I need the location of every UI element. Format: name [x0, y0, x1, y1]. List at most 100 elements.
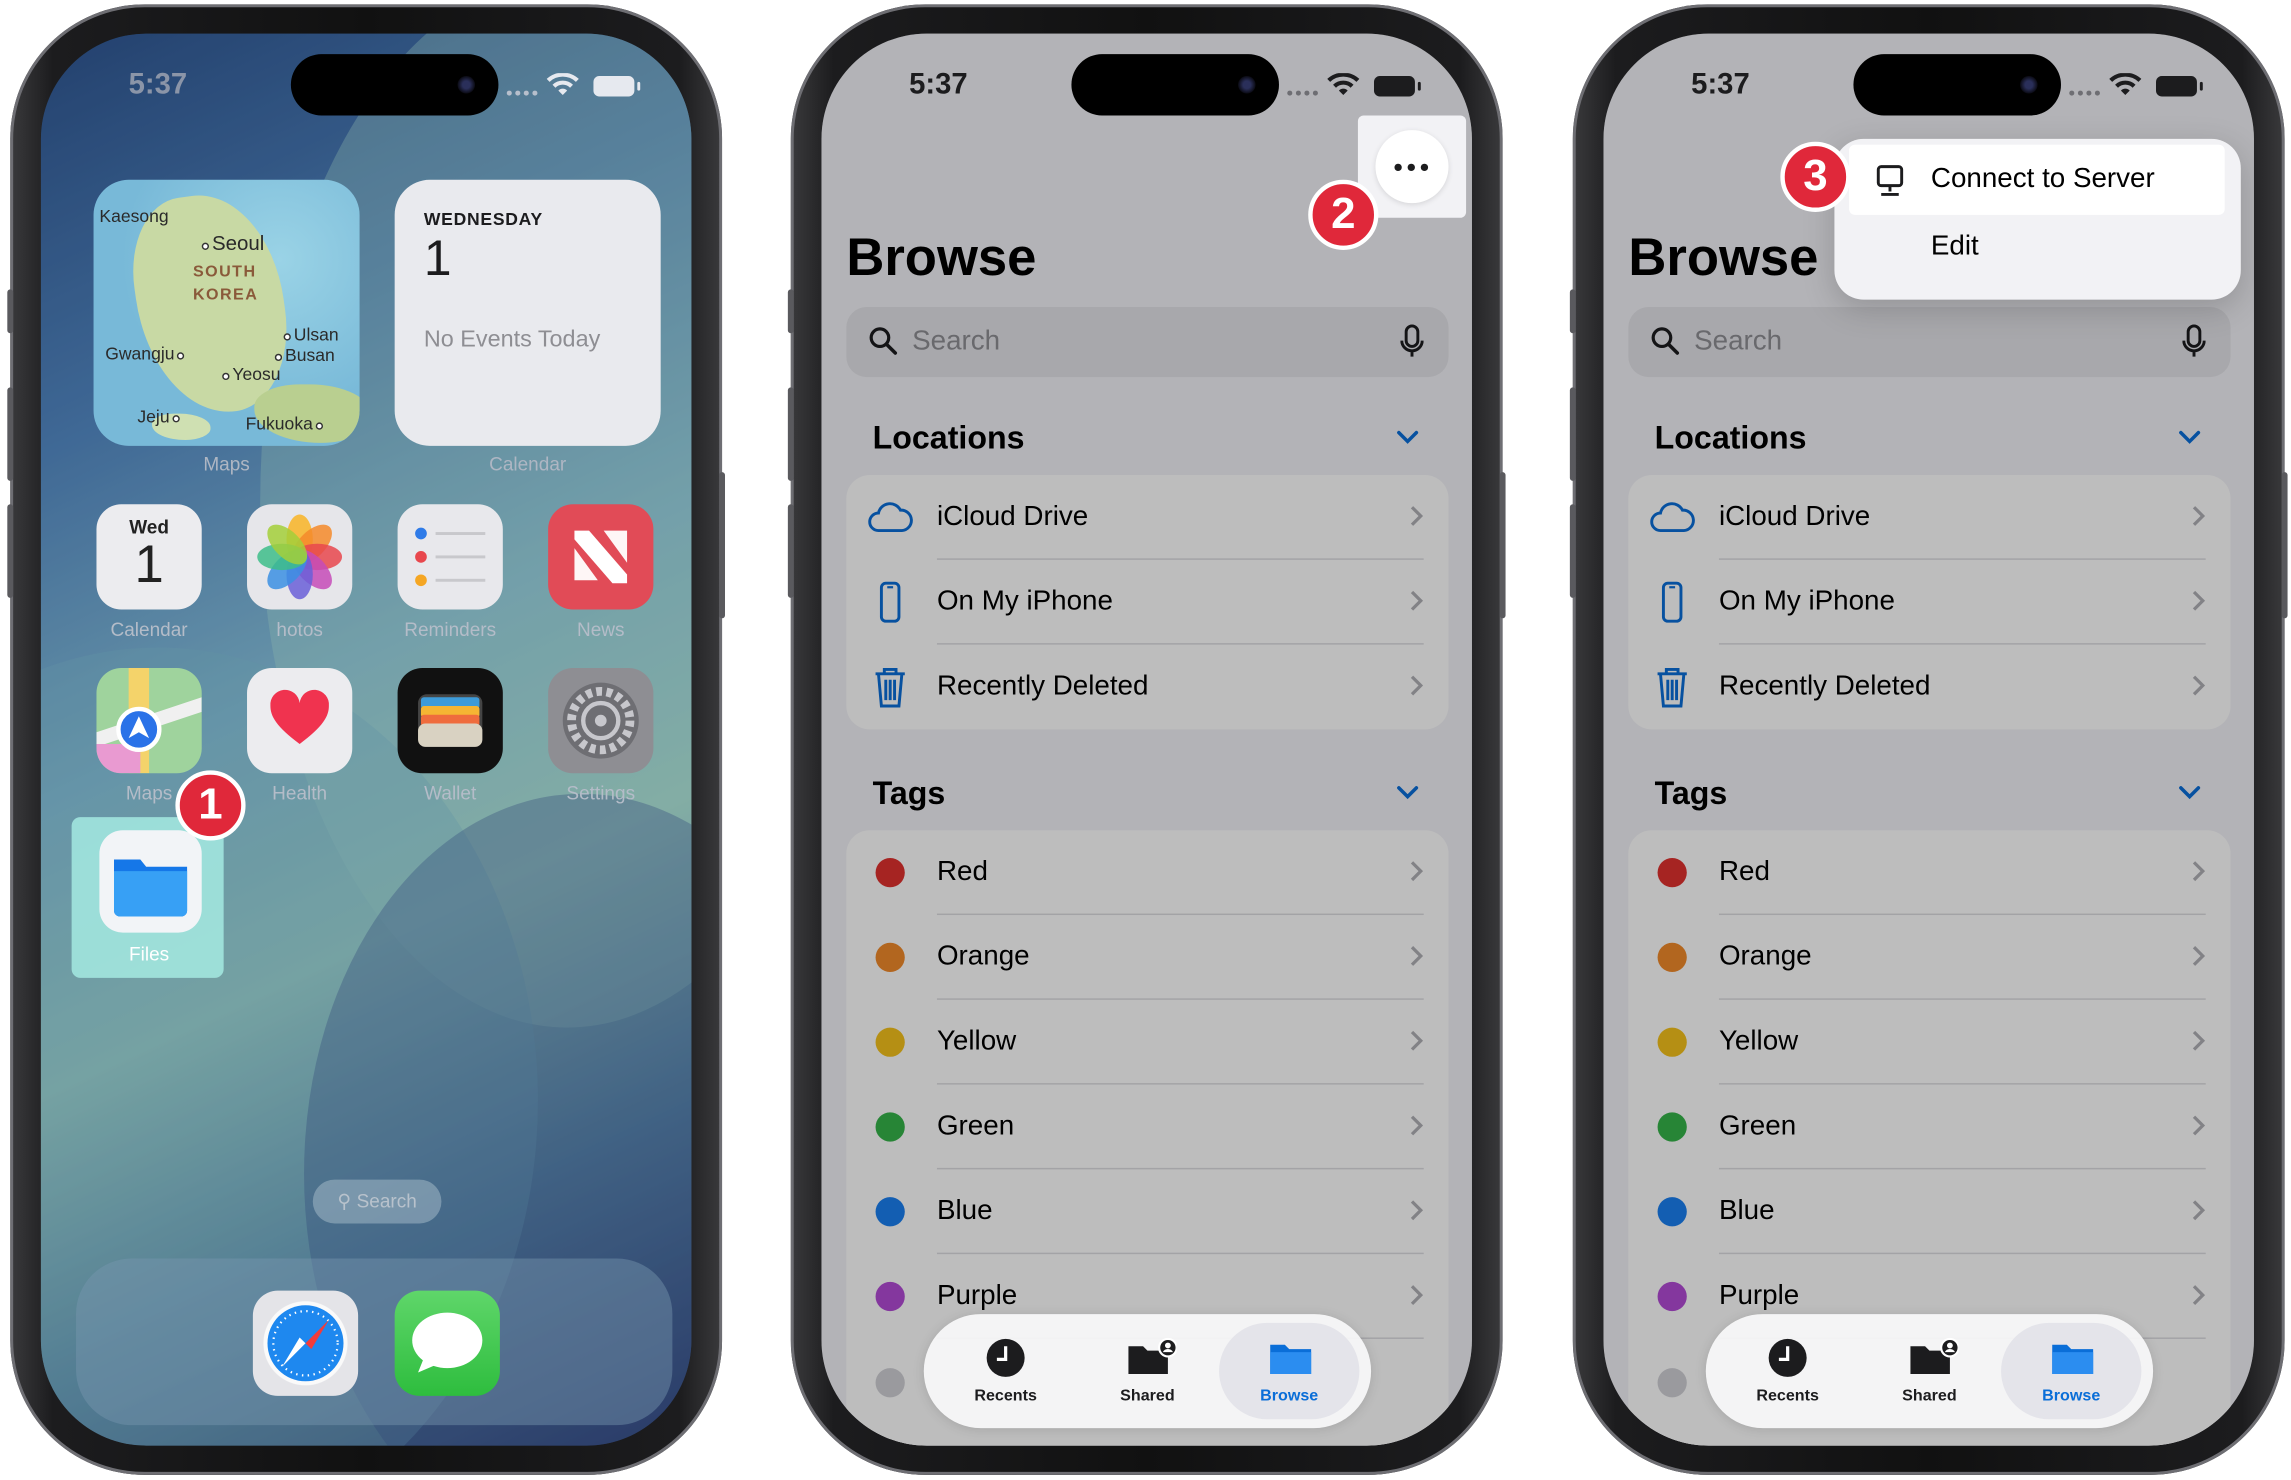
tag-color-dot — [1657, 1281, 1687, 1312]
calendar-widget[interactable]: WEDNESDAY 1 No Events Today — [394, 179, 661, 446]
locations-header: Locations — [1654, 419, 1807, 457]
files-browse-screen: 5:37 ●●●● Browse Search Locations iCloud… — [821, 33, 1472, 1446]
safari-app-icon[interactable] — [252, 1290, 359, 1396]
location-row-recently-deleted[interactable]: Recently Deleted — [846, 645, 1448, 730]
wallet-app-icon[interactable] — [397, 667, 503, 774]
maps-widget[interactable]: Kaesong Seoul SOUTH KOREA Gwangju Ulsan … — [93, 179, 360, 446]
tag-row[interactable]: Yellow — [846, 1000, 1448, 1085]
shared-folder-icon — [1128, 1337, 1177, 1374]
tab-recents[interactable]: Recents — [935, 1323, 1075, 1419]
location-row-recently-deleted[interactable]: Recently Deleted — [1628, 645, 2230, 730]
settings-app-icon[interactable] — [548, 667, 654, 774]
cellular-signal-icon: ●●●● — [1286, 86, 1321, 100]
tag-color-dot — [1657, 858, 1687, 888]
files-app-icon[interactable] — [99, 830, 202, 933]
page-title: Browse — [846, 226, 1037, 287]
locations-header: Locations — [872, 419, 1025, 457]
maps-app-icon[interactable] — [96, 667, 202, 774]
tag-row[interactable]: Orange — [846, 915, 1448, 1000]
chevron-down-icon[interactable] — [1396, 430, 1419, 445]
tag-row[interactable]: Red — [1628, 830, 2230, 916]
search-icon — [1651, 327, 1680, 355]
news-app-icon[interactable] — [548, 504, 654, 610]
folder-icon — [2052, 1344, 2094, 1374]
chevron-down-icon[interactable] — [1396, 785, 1419, 800]
wifi-icon — [546, 73, 579, 96]
tag-row[interactable]: Yellow — [1628, 1000, 2230, 1085]
tag-row[interactable]: Blue — [1628, 1169, 2230, 1255]
step-badge-3: 3 — [1780, 141, 1851, 212]
tag-label: Purple — [936, 1280, 1018, 1312]
location-row-icloud-drive[interactable]: iCloud Drive — [846, 475, 1448, 560]
search-icon — [869, 327, 898, 355]
chevron-right-icon — [1410, 1030, 1424, 1051]
microphone-icon[interactable] — [2182, 324, 2206, 359]
tag-color-dot — [1657, 1027, 1687, 1057]
search-input[interactable]: Search — [1628, 306, 2231, 378]
location-row-on-my-iphone[interactable]: On My iPhone — [1628, 560, 2230, 645]
tag-dot — [1657, 1368, 1687, 1398]
tab-shared[interactable]: Shared — [1077, 1323, 1217, 1419]
trash-icon — [875, 667, 905, 708]
ellipsis-icon — [1394, 163, 1402, 172]
edit-menu-item[interactable]: Edit — [1931, 231, 1979, 263]
search-icon: ⚲ — [337, 1189, 352, 1212]
tab-browse[interactable]: Browse — [1219, 1322, 1360, 1420]
calendar-widget-events: No Events Today — [423, 327, 601, 353]
tag-row[interactable]: Green — [1628, 1085, 2230, 1170]
more-menu: Connect to Server Edit — [1834, 138, 2241, 300]
server-display-icon — [1876, 165, 1904, 196]
tab-browse[interactable]: Browse — [2001, 1322, 2142, 1420]
tag-row[interactable]: Red — [846, 830, 1448, 916]
tab-shared[interactable]: Shared — [1859, 1323, 1999, 1419]
home-search-label: Search — [356, 1189, 417, 1212]
settings-app-label: Settings — [566, 782, 636, 804]
tag-label: Yellow — [1718, 1026, 1799, 1057]
health-app-icon[interactable] — [247, 667, 353, 774]
search-placeholder: Search — [1694, 325, 1783, 357]
chevron-right-icon — [1410, 506, 1424, 526]
tag-row[interactable]: Orange — [1628, 915, 2230, 1000]
home-search-pill[interactable]: ⚲ Search — [312, 1179, 442, 1224]
search-input[interactable]: Search — [846, 306, 1449, 378]
tag-row[interactable]: Blue — [846, 1169, 1448, 1255]
chevron-right-icon — [2192, 1030, 2206, 1051]
tag-color-dot — [1657, 942, 1687, 973]
chevron-right-icon — [2192, 1115, 2206, 1136]
step-badge-1: 1 — [175, 770, 246, 841]
tag-color-dot — [875, 942, 905, 973]
home-screen: 5:37 ●●●● Kaesong Seoul SOUTH KOREA Gwan… — [40, 33, 692, 1446]
messages-app-icon[interactable] — [394, 1290, 500, 1396]
chevron-right-icon — [1410, 946, 1424, 966]
location-row-icloud-drive[interactable]: iCloud Drive — [1628, 475, 2230, 560]
chevron-down-icon[interactable] — [2178, 430, 2201, 445]
tags-header: Tags — [1654, 774, 1728, 812]
step-badge-2: 2 — [1308, 179, 1379, 250]
dock — [76, 1258, 673, 1426]
calendar-app-label: Calendar — [110, 618, 188, 641]
connect-to-server-menu-item[interactable]: Connect to Server — [1849, 144, 2225, 215]
tutorial-stage: 5:37 ●●●● Kaesong Seoul SOUTH KOREA Gwan… — [0, 0, 2290, 1479]
tag-label: Green — [936, 1110, 1015, 1142]
chevron-right-icon — [2192, 590, 2206, 611]
tag-label: Blue — [1718, 1195, 1775, 1227]
cellular-signal-icon: ●●●● — [2068, 86, 2103, 100]
chevron-right-icon — [2192, 675, 2206, 696]
tab-bar: Recents Shared Browse — [923, 1314, 1372, 1429]
location-label: iCloud Drive — [1718, 501, 1871, 533]
phone-home-screen: 5:37 ●●●● Kaesong Seoul SOUTH KOREA Gwan… — [7, 4, 726, 1475]
more-button[interactable] — [1375, 130, 1449, 204]
cellular-signal-icon: ●●●● — [505, 86, 540, 100]
cloud-icon — [868, 502, 913, 533]
microphone-icon[interactable] — [1400, 324, 1424, 359]
reminders-app-icon[interactable] — [397, 504, 503, 610]
map-label-ulsan: Ulsan — [281, 324, 339, 345]
calendar-app-icon[interactable]: Wed 1 — [96, 504, 202, 610]
chevron-down-icon[interactable] — [2178, 785, 2201, 800]
photos-app-icon[interactable] — [247, 504, 353, 610]
tab-recents[interactable]: Recents — [1717, 1323, 1857, 1419]
tag-row[interactable]: Green — [846, 1085, 1448, 1170]
tag-label: Purple — [1718, 1280, 1800, 1312]
map-label-kaesong: Kaesong — [99, 206, 169, 227]
location-row-on-my-iphone[interactable]: On My iPhone — [846, 560, 1448, 645]
